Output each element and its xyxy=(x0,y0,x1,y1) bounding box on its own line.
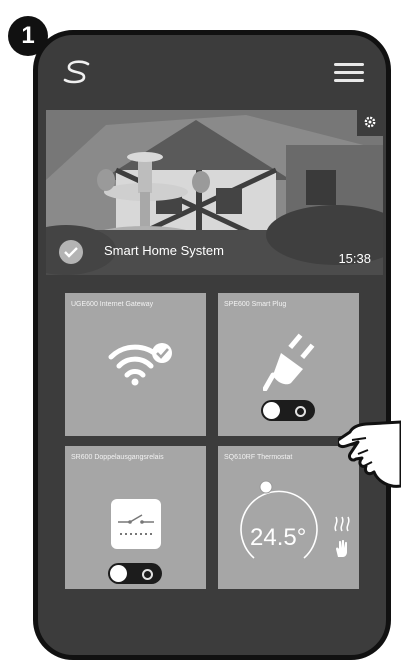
phone-screen: Smart Home System 15:38 UGE600 Internet … xyxy=(33,30,391,660)
hero-title: Smart Home System xyxy=(104,243,224,258)
thermostat-temperature: 24.5° xyxy=(250,524,307,551)
tile-label: SR600 Doppelausgangsrelais xyxy=(71,454,164,461)
hamburger-menu-icon[interactable] xyxy=(334,63,364,83)
tile-double-relay[interactable]: SR600 Doppelausgangsrelais xyxy=(65,446,206,589)
plug-icon xyxy=(263,333,315,391)
salus-s-logo-icon xyxy=(63,60,90,84)
step-number-badge: 1 xyxy=(8,16,48,56)
tile-internet-gateway[interactable]: UGE600 Internet Gateway xyxy=(65,293,206,436)
hero-time: 15:38 xyxy=(338,251,371,266)
hero-settings-button[interactable] xyxy=(357,110,383,136)
tile-label: SPE600 Smart Plug xyxy=(224,301,287,308)
heat-waves-icon xyxy=(334,516,350,532)
hero-banner[interactable]: Smart Home System 15:38 xyxy=(46,110,383,275)
tile-label: SQ610RF Thermostat xyxy=(224,454,293,461)
check-circle-icon xyxy=(59,240,83,264)
wifi-check-icon xyxy=(108,343,172,386)
relay-switch-icon xyxy=(111,499,161,549)
hand-icon xyxy=(336,540,347,557)
relay-toggle[interactable] xyxy=(108,563,162,584)
tile-label: UGE600 Internet Gateway xyxy=(71,301,154,308)
plug-toggle[interactable] xyxy=(261,400,315,421)
gear-icon xyxy=(364,116,376,128)
pointing-hand-icon xyxy=(338,420,401,488)
